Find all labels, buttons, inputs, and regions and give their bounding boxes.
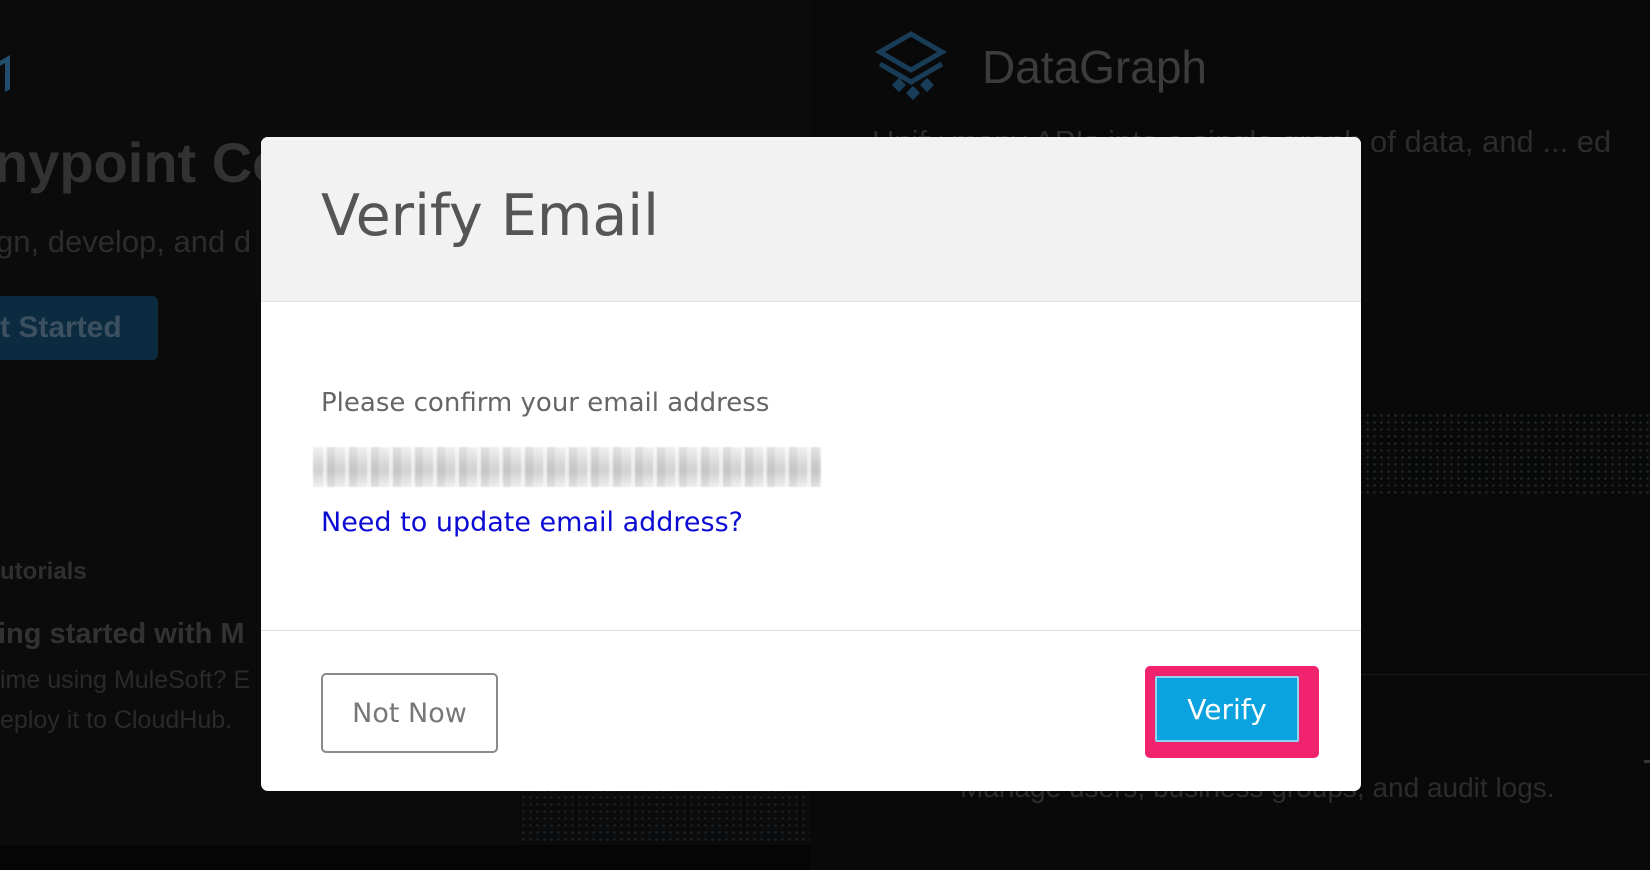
dialog-header: Verify Email xyxy=(261,137,1361,302)
confirm-email-message: Please confirm your email address xyxy=(321,388,770,418)
verify-email-dialog: Verify Email Please confirm your email a… xyxy=(261,137,1361,791)
verify-button[interactable]: Verify xyxy=(1155,676,1299,742)
not-now-button[interactable]: Not Now xyxy=(321,673,498,753)
dialog-body: Please confirm your email address Need t… xyxy=(261,302,1361,630)
dialog-footer: Not Now Verify xyxy=(261,630,1361,791)
screen: nypoint Co gn, develop, and d t Started … xyxy=(0,0,1650,870)
redacted-email-address xyxy=(313,447,821,487)
dialog-title: Verify Email xyxy=(321,183,659,249)
update-email-link[interactable]: Need to update email address? xyxy=(321,507,743,538)
